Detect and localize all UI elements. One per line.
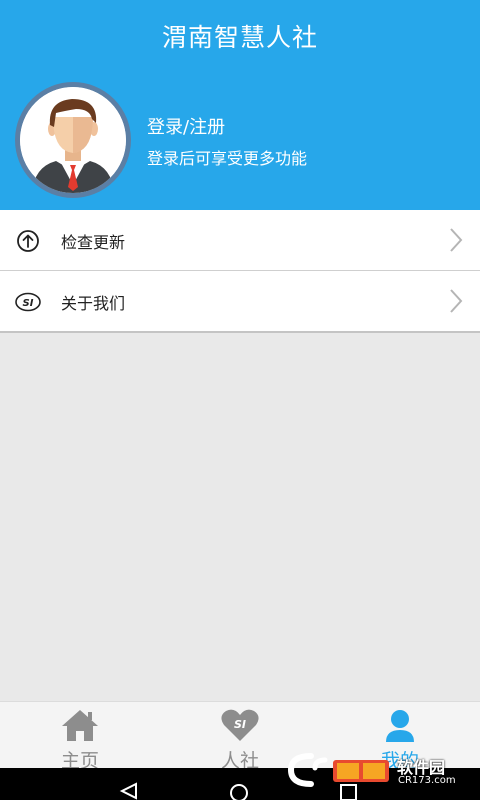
- user-icon: [386, 710, 414, 742]
- menu-item-check-update[interactable]: 检查更新: [0, 210, 480, 271]
- tab-home[interactable]: 主页: [0, 702, 160, 772]
- menu-item-label: 检查更新: [61, 233, 126, 252]
- svg-text:SI: SI: [234, 718, 246, 731]
- empty-content-area: [0, 333, 480, 701]
- home-icon: [62, 710, 98, 741]
- login-register-link[interactable]: 登录/注册: [147, 113, 225, 139]
- chevron-right-icon: [450, 289, 463, 313]
- avatar-person-icon: [20, 87, 126, 193]
- watermark-sub: CR173.com: [398, 775, 456, 786]
- upload-arrow-circle-icon: [17, 230, 39, 252]
- menu-item-label: 关于我们: [61, 294, 126, 313]
- menu-item-about-us[interactable]: SI 关于我们: [0, 271, 480, 333]
- profile-header: 渭南智慧人社 登录/注册 登录后可享受更多功能: [0, 0, 480, 210]
- avatar[interactable]: [15, 82, 131, 198]
- svg-text:SI: SI: [23, 298, 34, 309]
- home-circle-icon[interactable]: [228, 782, 250, 800]
- heart-si-icon: SI: [221, 709, 259, 741]
- login-hint-text: 登录后可享受更多功能: [147, 149, 308, 168]
- back-icon[interactable]: [118, 782, 140, 800]
- app-title: 渭南智慧人社: [161, 23, 318, 52]
- chevron-right-icon: [450, 228, 463, 252]
- settings-menu: 检查更新 SI 关于我们: [0, 210, 480, 333]
- si-logo-icon: SI: [15, 292, 41, 312]
